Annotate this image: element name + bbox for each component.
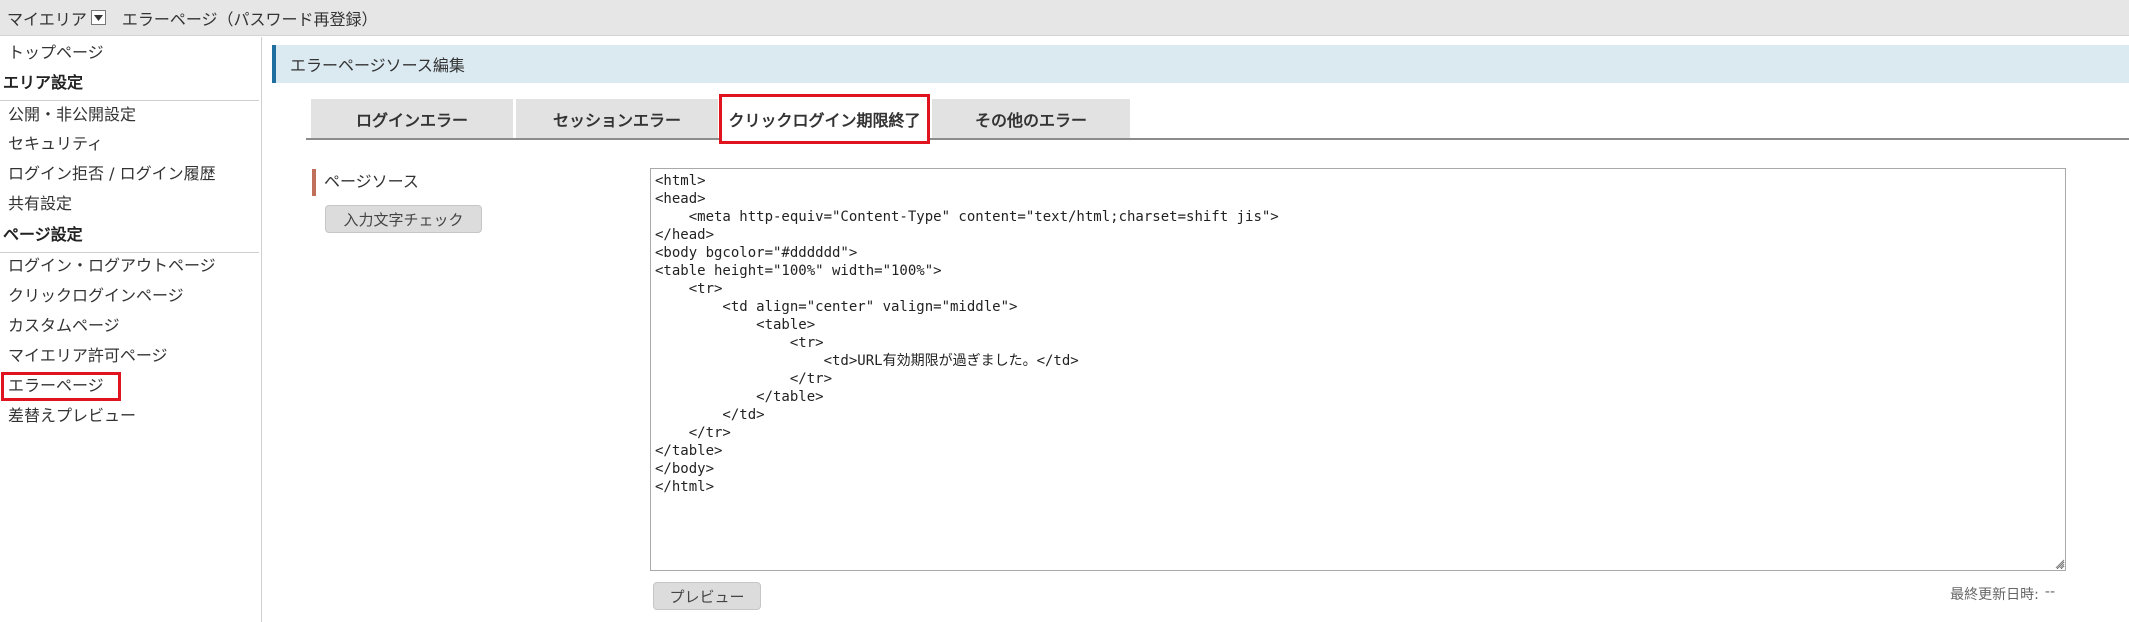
sidebar-item-login-history[interactable]: ログイン拒否 / ログイン履歴	[8, 164, 216, 184]
sidebar-item-replace-preview[interactable]: 差替えプレビュー	[8, 406, 136, 426]
field-label-accent	[312, 169, 316, 196]
page-source-textarea[interactable]	[650, 168, 2066, 571]
sidebar-divider	[0, 252, 259, 253]
sidebar-item-sharing[interactable]: 共有設定	[8, 194, 72, 214]
page-source-label: ページソース	[324, 172, 419, 191]
tab-other-errors[interactable]: その他のエラー	[932, 99, 1130, 138]
myarea-dropdown-button[interactable]	[90, 10, 106, 25]
section-title: エラーページソース編集	[290, 56, 465, 75]
sidebar: トップページ エリア設定 公開・非公開設定 セキュリティ ログイン拒否 / ログ…	[0, 37, 262, 622]
sidebar-heading-area-settings: エリア設定	[3, 73, 84, 92]
last-updated-value: --	[2044, 584, 2055, 600]
resize-grip-icon[interactable]	[2053, 557, 2065, 569]
input-character-check-button[interactable]: 入力文字チェック	[325, 205, 482, 233]
tab-session-error[interactable]: セッションエラー	[516, 99, 718, 138]
section-header: エラーページソース編集	[272, 45, 2129, 83]
sidebar-item-error-page[interactable]: エラーページ	[8, 376, 104, 396]
chevron-down-icon	[93, 14, 103, 21]
top-bar: マイエリア エラーページ（パスワード再登録）	[0, 0, 2129, 36]
breadcrumb: エラーページ（パスワード再登録）	[121, 9, 378, 29]
sidebar-item-top-page[interactable]: トップページ	[8, 43, 104, 63]
sidebar-heading-page-settings: ページ設定	[3, 225, 83, 244]
sidebar-item-security[interactable]: セキュリティ	[8, 134, 103, 154]
sidebar-item-myarea-allowed-page[interactable]: マイエリア許可ページ	[8, 346, 168, 366]
tab-login-error[interactable]: ログインエラー	[311, 99, 513, 138]
tabs-baseline	[306, 138, 2129, 140]
tab-click-login-expired[interactable]: クリックログイン期限終了	[719, 94, 930, 144]
tab-label: その他のエラー	[974, 110, 1087, 130]
tab-label: セッションエラー	[552, 110, 681, 130]
sidebar-divider	[0, 100, 259, 101]
sidebar-item-visibility[interactable]: 公開・非公開設定	[8, 105, 136, 125]
sidebar-item-click-login-page[interactable]: クリックログインページ	[8, 286, 184, 306]
sidebar-item-login-logout-page[interactable]: ログイン・ログアウトページ	[8, 256, 216, 276]
myarea-label[interactable]: マイエリア	[7, 6, 87, 30]
last-updated: 最終更新日時: --	[1950, 584, 2055, 604]
last-updated-label: 最終更新日時:	[1950, 587, 2039, 603]
tab-label: ログインエラー	[355, 110, 468, 130]
sidebar-item-custom-page[interactable]: カスタムページ	[8, 316, 120, 336]
preview-button[interactable]: プレビュー	[653, 582, 761, 610]
tab-label: クリックログイン期限終了	[728, 111, 921, 130]
